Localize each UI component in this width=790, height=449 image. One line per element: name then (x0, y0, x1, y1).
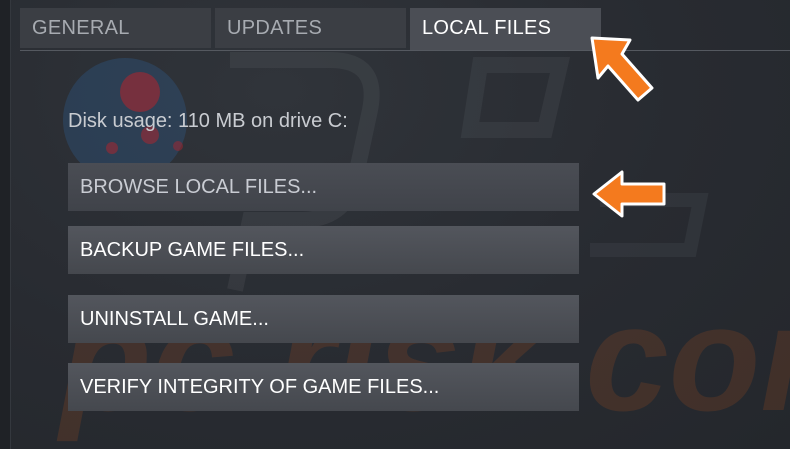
properties-window: pc risk.com GENERAL UPDATES LOCAL FILES … (0, 0, 790, 449)
tab-updates[interactable]: UPDATES (215, 8, 406, 48)
window-left-edge (0, 0, 11, 449)
tab-bar: GENERAL UPDATES LOCAL FILES (20, 8, 790, 50)
uninstall-game-button[interactable]: UNINSTALL GAME... (68, 295, 579, 343)
tab-divider (20, 50, 790, 51)
browse-local-files-button[interactable]: BROWSE LOCAL FILES... (68, 163, 579, 211)
verify-integrity-button[interactable]: VERIFY INTEGRITY OF GAME FILES... (68, 363, 579, 411)
tab-general[interactable]: GENERAL (20, 8, 211, 48)
tab-local-files[interactable]: LOCAL FILES (410, 8, 601, 50)
backup-game-files-button[interactable]: BACKUP GAME FILES... (68, 226, 579, 274)
disk-usage-text: Disk usage: 110 MB on drive C: (68, 110, 348, 132)
orange-arrow-icon (592, 170, 666, 218)
